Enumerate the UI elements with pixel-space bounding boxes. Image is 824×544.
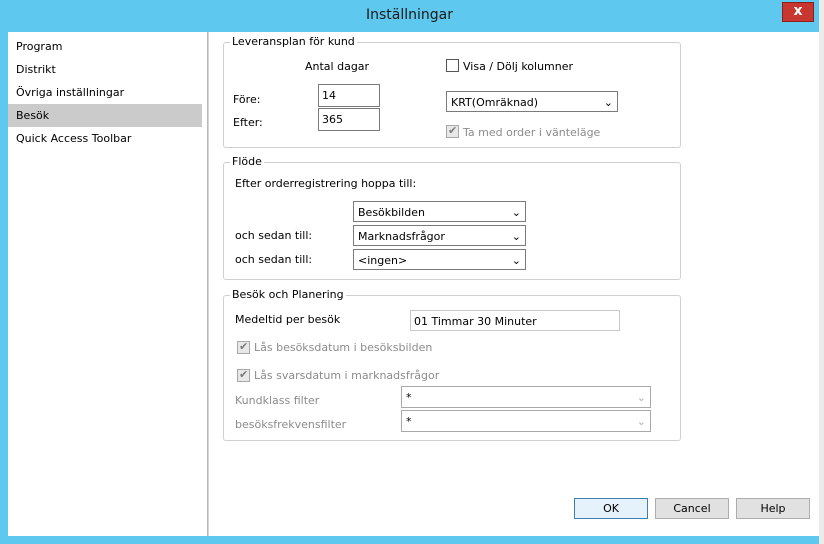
sidebar-item-distrikt[interactable]: Distrikt xyxy=(8,58,202,81)
then-label-1: och sedan till: xyxy=(235,229,313,242)
include-pending-label: Ta med order i vänteläge xyxy=(463,126,601,139)
delivery-plan-legend: Leveransplan för kund xyxy=(230,35,357,49)
flow-step1-select[interactable]: Besökbilden ⌄ xyxy=(353,201,526,222)
visit-freq-filter-value: * xyxy=(406,415,412,428)
chevron-down-icon: ⌄ xyxy=(511,230,521,243)
close-icon: x xyxy=(793,3,803,19)
flow-legend: Flöde xyxy=(230,155,264,169)
settings-content: Leveransplan för kund Antal dagar Före: … xyxy=(208,32,819,536)
flow-step3-value: <ingen> xyxy=(358,254,408,267)
chevron-down-icon: ⌄ xyxy=(603,96,613,109)
avg-time-input[interactable]: 01 Timmar 30 Minuter xyxy=(410,310,620,331)
avg-time-label: Medeltid per besök xyxy=(235,313,341,326)
flow-step3-select[interactable]: <ingen> ⌄ xyxy=(353,249,526,270)
ok-button[interactable]: OK xyxy=(574,498,648,519)
price-type-select[interactable]: KRT(Omräknad) ⌄ xyxy=(446,91,618,112)
lock-visit-date-label: Lås besöksdatum i besöksbilden xyxy=(254,341,433,354)
flow-step1-value: Besökbilden xyxy=(358,206,425,219)
background-window-edge xyxy=(819,0,824,544)
chevron-down-icon: ⌄ xyxy=(511,206,521,219)
price-type-value: KRT(Omräknad) xyxy=(451,96,539,109)
days-header: Antal dagar xyxy=(305,60,370,73)
flow-step2-select[interactable]: Marknadsfrågor ⌄ xyxy=(353,225,526,246)
cancel-button[interactable]: Cancel xyxy=(655,498,729,519)
check-icon: ✔ xyxy=(448,124,458,137)
close-button[interactable]: x xyxy=(782,2,814,22)
lock-answer-date-checkbox[interactable]: ✔ xyxy=(237,368,250,382)
chevron-down-icon: ⌄ xyxy=(511,254,521,267)
before-label: Före: xyxy=(233,93,261,106)
after-order-label: Efter orderregistrering hoppa till: xyxy=(235,177,417,190)
include-pending-checkbox[interactable]: ✔ xyxy=(446,124,459,138)
sidebar-item-quick-access[interactable]: Quick Access Toolbar xyxy=(8,127,202,150)
window-title: Inställningar xyxy=(365,7,453,23)
visit-freq-filter-select[interactable]: * ⌄ xyxy=(401,410,651,432)
check-icon: ✔ xyxy=(239,340,249,353)
visit-planning-group: Besök och Planering Medeltid per besök 0… xyxy=(223,288,681,441)
then-label-2: och sedan till: xyxy=(235,253,313,266)
sidebar-item-besok[interactable]: Besök xyxy=(8,104,202,127)
customer-class-filter-select[interactable]: * ⌄ xyxy=(401,386,651,408)
flow-group: Flöde Efter orderregistrering hoppa till… xyxy=(223,155,681,280)
settings-window: Inställningar x Program Distrikt Övriga … xyxy=(0,0,819,544)
visit-planning-legend: Besök och Planering xyxy=(230,288,346,302)
settings-sidebar: Program Distrikt Övriga inställningar Be… xyxy=(8,32,208,536)
visit-freq-filter-label: besöksfrekvensfilter xyxy=(235,418,347,431)
show-columns-label: Visa / Dölj kolumner xyxy=(463,60,574,73)
before-days-input[interactable]: 14 xyxy=(318,84,380,107)
customer-class-filter-value: * xyxy=(406,391,412,404)
dialog-client: Program Distrikt Övriga inställningar Be… xyxy=(8,32,819,536)
title-bar[interactable]: Inställningar x xyxy=(0,0,819,32)
flow-step2-value: Marknadsfrågor xyxy=(358,230,445,243)
check-icon: ✔ xyxy=(239,368,249,381)
sidebar-item-ovriga[interactable]: Övriga inställningar xyxy=(8,81,202,104)
help-button[interactable]: Help xyxy=(736,498,810,519)
chevron-down-icon: ⌄ xyxy=(636,415,646,428)
sidebar-item-program[interactable]: Program xyxy=(8,35,202,58)
delivery-plan-group: Leveransplan för kund Antal dagar Före: … xyxy=(223,35,681,148)
lock-answer-date-label: Lås svarsdatum i marknadsfrågor xyxy=(254,369,440,382)
chevron-down-icon: ⌄ xyxy=(636,391,646,404)
customer-class-filter-label: Kundklass filter xyxy=(235,394,320,407)
show-columns-checkbox[interactable] xyxy=(446,59,459,72)
after-days-input[interactable]: 365 xyxy=(318,108,380,131)
after-label: Efter: xyxy=(233,116,263,129)
lock-visit-date-checkbox[interactable]: ✔ xyxy=(237,340,250,354)
